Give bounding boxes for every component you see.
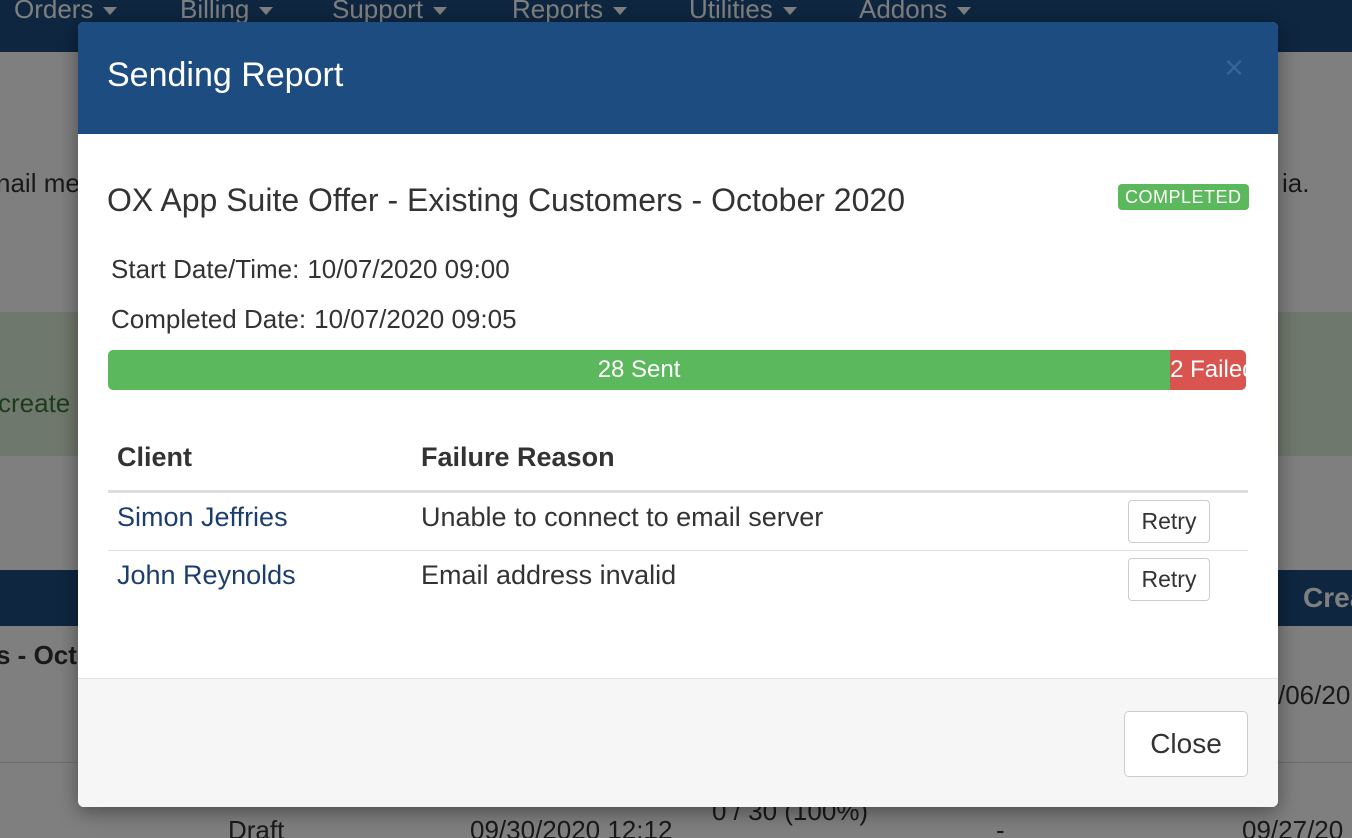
completed-date-label: Completed Date:	[111, 304, 307, 334]
column-header-failure-reason: Failure Reason	[421, 442, 615, 472]
close-icon[interactable]: ×	[1220, 51, 1248, 85]
completed-date-value: 10/07/2020 09:05	[314, 304, 517, 334]
campaign-title: OX App Suite Offer - Existing Customers …	[107, 182, 905, 218]
start-date-row: Start Date/Time: 10/07/2020 09:00	[111, 254, 518, 285]
retry-button[interactable]: Retry	[1128, 500, 1210, 543]
retry-button[interactable]: Retry	[1128, 558, 1210, 601]
failure-reason: Email address invalid	[421, 560, 677, 590]
start-date-value: 10/07/2020 09:00	[307, 254, 510, 284]
modal-header: Sending Report ×	[78, 22, 1278, 134]
modal-title: Sending Report	[107, 56, 344, 94]
failed-progress-segment: 2 Failed	[1170, 350, 1246, 390]
send-progress-bar: 28 Sent 2 Failed	[108, 350, 1246, 390]
modal-footer	[78, 679, 1278, 807]
start-date-label: Start Date/Time:	[111, 254, 300, 284]
failure-reason: Unable to connect to email server	[421, 502, 824, 532]
status-badge: COMPLETED	[1118, 184, 1249, 210]
completed-date-row: Completed Date: 10/07/2020 09:05	[111, 304, 525, 335]
sent-progress-segment: 28 Sent	[108, 350, 1171, 390]
close-button[interactable]: Close	[1124, 711, 1248, 777]
table-header-divider	[108, 490, 1248, 493]
column-header-client: Client	[117, 442, 193, 472]
client-link[interactable]: John Reynolds	[117, 560, 296, 591]
client-link[interactable]: Simon Jeffries	[117, 502, 288, 533]
sending-report-modal: Sending Report × OX App Suite Offer - Ex…	[78, 22, 1278, 807]
row-divider	[108, 550, 1248, 551]
